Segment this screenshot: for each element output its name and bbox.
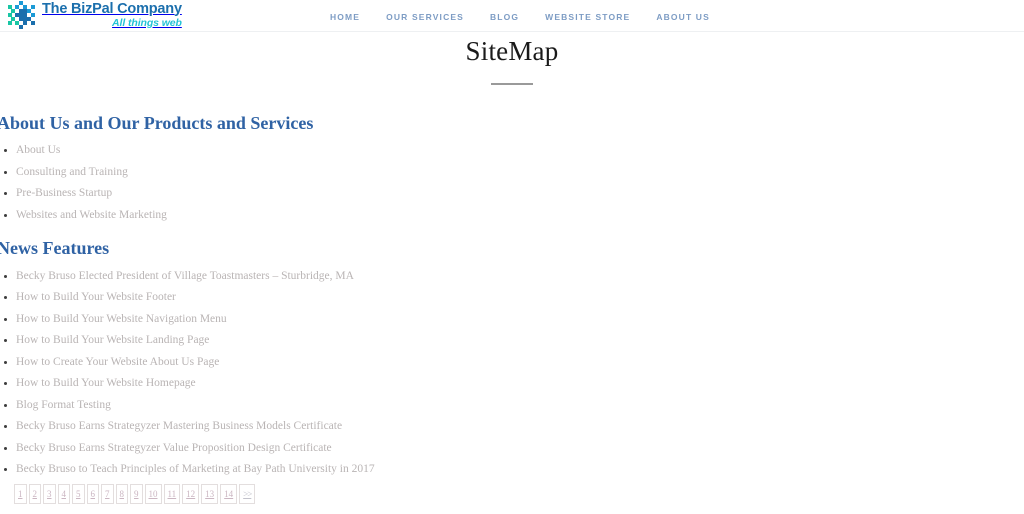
main-navigation: HOME OUR SERVICES BLOG WEBSITE STORE ABO… xyxy=(330,12,710,22)
pagination-page-1[interactable]: 1 xyxy=(14,484,27,504)
sitemap-link[interactable]: About Us xyxy=(16,144,60,157)
sitemap-link[interactable]: How to Build Your Website Navigation Men… xyxy=(16,313,227,325)
brand-logo[interactable]: The BizPal Company All things web xyxy=(8,1,182,29)
pagination-next-button[interactable]: >> xyxy=(239,484,256,504)
pagination-page-3[interactable]: 3 xyxy=(43,484,56,504)
sitemap-link[interactable]: How to Build Your Website Homepage xyxy=(16,377,196,390)
section-heading-news-features: News Features xyxy=(0,238,110,259)
list-item: How to Build Your Website Homepage xyxy=(0,378,640,390)
sitemap-link[interactable]: Becky Bruso to Teach Principles of Marke… xyxy=(16,463,375,476)
sitemap-link[interactable]: Becky Bruso Earns Strategyzer Value Prop… xyxy=(16,442,332,454)
section-heading-about-us: About Us and Our Products and Services xyxy=(0,113,314,133)
nav-blog[interactable]: BLOG xyxy=(490,12,519,22)
list-item: Becky Bruso Elected President of Village… xyxy=(0,270,640,283)
brand-tagline: All things web xyxy=(112,17,182,29)
list-item: Becky Bruso to Teach Principles of Marke… xyxy=(0,464,640,476)
sitemap-list-about-us: About Us Consulting and Training Pre-Bus… xyxy=(0,145,640,221)
pagination-page-8[interactable]: 8 xyxy=(115,484,128,504)
pagination-page-6[interactable]: 6 xyxy=(86,484,99,504)
sitemap-link[interactable]: Becky Bruso Earns Strategyzer Mastering … xyxy=(16,420,342,433)
site-header: The BizPal Company All things web HOME O… xyxy=(0,0,1024,32)
title-divider xyxy=(491,83,533,85)
pagination-page-13[interactable]: 13 xyxy=(201,484,219,504)
pagination-page-5[interactable]: 5 xyxy=(72,484,85,504)
sitemap-link[interactable]: Pre-Business Startup xyxy=(16,187,112,200)
page-title: SiteMap xyxy=(465,36,559,66)
sitemap-list-news-features: Becky Bruso Elected President of Village… xyxy=(0,270,640,476)
pagination-page-10[interactable]: 10 xyxy=(144,484,162,504)
sitemap-link[interactable]: Becky Bruso Elected President of Village… xyxy=(16,270,354,282)
pagination-page-12[interactable]: 12 xyxy=(182,484,200,504)
nav-our-services[interactable]: OUR SERVICES xyxy=(386,12,464,22)
mosaic-diamond-logo-icon xyxy=(8,1,35,29)
list-item: How to Build Your Website Landing Page xyxy=(0,335,640,347)
brand-text: The BizPal Company All things web xyxy=(42,0,182,29)
pagination-page-2[interactable]: 2 xyxy=(28,484,41,504)
sitemap-link[interactable]: How to Build Your Website Footer xyxy=(16,291,176,304)
list-item: Becky Bruso Earns Strategyzer Mastering … xyxy=(0,421,640,433)
list-item: How to Build Your Website Footer xyxy=(0,292,640,304)
list-item: How to Create Your Website About Us Page xyxy=(0,356,640,369)
nav-website-store[interactable]: WEBSITE STORE xyxy=(545,12,630,22)
list-item: Blog Format Testing xyxy=(0,399,640,412)
sitemap-link[interactable]: How to Create Your Website About Us Page xyxy=(16,356,219,368)
list-item: Websites and Website Marketing xyxy=(0,209,640,222)
pagination-page-11[interactable]: 11 xyxy=(163,484,181,504)
sitemap-link[interactable]: How to Build Your Website Landing Page xyxy=(16,334,209,347)
list-item: About Us xyxy=(0,145,640,157)
nav-about-us[interactable]: ABOUT US xyxy=(656,12,710,22)
list-item: Consulting and Training xyxy=(0,166,640,179)
pagination-page-9[interactable]: 9 xyxy=(130,484,143,504)
sitemap-link[interactable]: Websites and Website Marketing xyxy=(16,209,167,221)
sitemap-link[interactable]: Blog Format Testing xyxy=(16,399,111,411)
pagination-page-7[interactable]: 7 xyxy=(101,484,114,504)
brand-name: The BizPal Company xyxy=(42,0,182,17)
pagination: 1 2 3 4 5 6 7 8 9 10 11 12 13 14 >> xyxy=(14,484,256,504)
pagination-page-14[interactable]: 14 xyxy=(220,484,238,504)
nav-home[interactable]: HOME xyxy=(330,12,360,22)
page-title-block: SiteMap xyxy=(0,32,1024,85)
sitemap-link[interactable]: Consulting and Training xyxy=(16,166,128,178)
list-item: How to Build Your Website Navigation Men… xyxy=(0,313,640,326)
pagination-page-4[interactable]: 4 xyxy=(57,484,70,504)
list-item: Pre-Business Startup xyxy=(0,188,640,200)
list-item: Becky Bruso Earns Strategyzer Value Prop… xyxy=(0,442,640,455)
sitemap-content: About Us and Our Products and Services A… xyxy=(0,104,640,486)
